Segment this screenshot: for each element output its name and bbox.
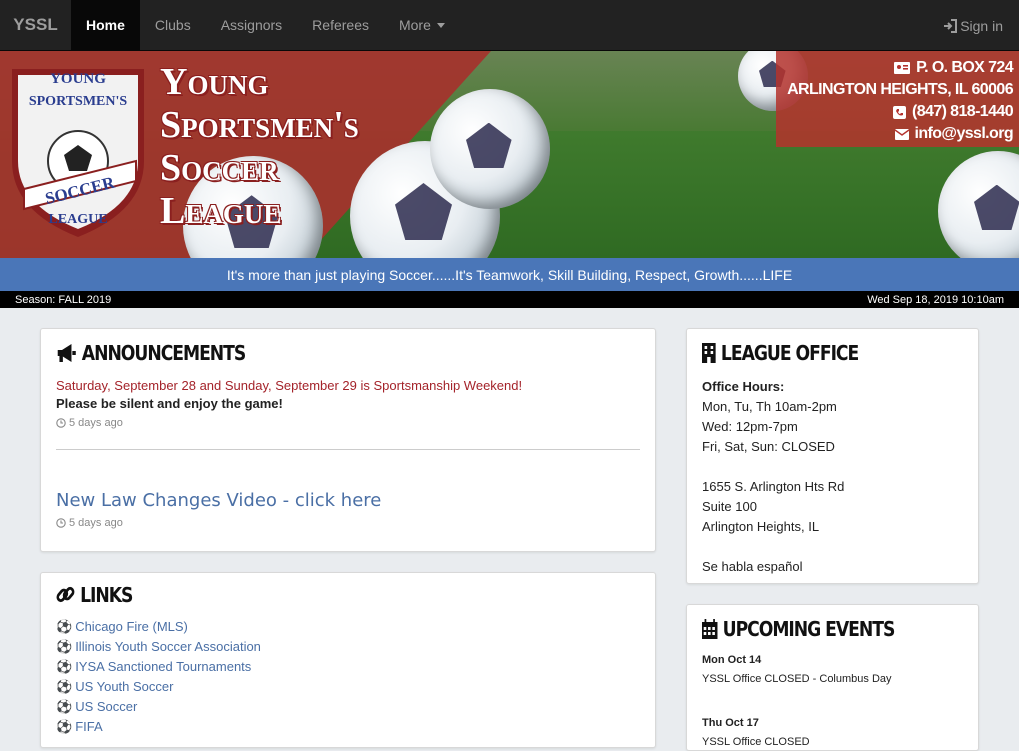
clock-icon (56, 518, 66, 528)
link-iysa-tournaments[interactable]: IYSA Sanctioned Tournaments (75, 657, 251, 677)
links-panel: LINKS ⚽ Chicago Fire (MLS) ⚽ Illinois Yout… (40, 572, 656, 748)
link-chicago-fire[interactable]: Chicago Fire (MLS) (75, 617, 188, 637)
phone-line: (847) 818-1440 (776, 101, 1014, 123)
list-item[interactable]: ⚽ US Soccer (56, 697, 640, 717)
address-line-1: P. O. BOX 724 (776, 57, 1014, 79)
logo-text-young: YOUNG (50, 71, 106, 87)
event-description: YSSL Office CLOSED - Columbus Day (702, 673, 892, 685)
announcement-timestamp: 5 days ago (56, 417, 640, 429)
league-office-panel: LEAGUE OFFICE Office Hours: Mon, Tu, Th … (686, 328, 979, 584)
event-date: Thu Oct 17 (702, 717, 759, 729)
building-icon (702, 343, 716, 363)
soccer-ball-image (938, 151, 1019, 258)
yssl-logo: YOUNG SPORTSMEN'S SOCCER LEAGUE (12, 69, 144, 237)
league-title: Young Sportsmen's Soccer League (160, 61, 490, 233)
announcement-divider (56, 449, 640, 450)
envelope-icon (894, 128, 909, 140)
league-title-line: Young (160, 61, 269, 103)
list-item[interactable]: ⚽ IYSA Sanctioned Tournaments (56, 657, 640, 677)
nav-clubs[interactable]: Clubs (140, 0, 206, 50)
calendar-icon (702, 619, 718, 639)
office-info: Office Hours: Mon, Tu, Th 10am-2pm Wed: … (702, 377, 963, 577)
link-us-youth-soccer[interactable]: US Youth Soccer (75, 677, 173, 697)
link-fifa[interactable]: FIFA (75, 717, 102, 737)
office-address-line: Suite 100 (702, 499, 757, 514)
timestamp-text: 5 days ago (69, 417, 123, 429)
announcement-timestamp: 5 days ago (56, 517, 640, 529)
timestamp-text: 5 days ago (69, 517, 123, 529)
upcoming-events-title: UPCOMING EVENTS (722, 617, 896, 641)
league-title-line: League (160, 190, 282, 232)
caret-down-icon (436, 22, 445, 28)
soccer-ball-icon: ⚽ (56, 639, 73, 654)
logo-text-sportsmens: SPORTSMEN'S (29, 94, 128, 109)
upcoming-events-panel: UPCOMING EVENTS Mon Oct 14 YSSL Office C… (686, 604, 979, 751)
signin-link[interactable]: Sign in (943, 0, 1003, 51)
spanish-note: Se habla español (702, 559, 803, 574)
sign-in-icon (944, 18, 958, 33)
office-address-line: 1655 S. Arlington Hts Rd (702, 479, 845, 494)
brand-link[interactable]: YSSL (0, 0, 71, 50)
address-line-2: ARLINGTON HEIGHTS, IL 60006 (787, 81, 1014, 98)
phone-icon (892, 105, 906, 119)
links-list: ⚽ Chicago Fire (MLS) ⚽ Illinois Youth Socc… (56, 617, 640, 737)
announcements-title: ANNOUNCEMENTS (81, 341, 246, 365)
links-title: LINKS (80, 583, 133, 607)
address-po-box: P. O. BOX 724 (916, 59, 1013, 76)
nav-home[interactable]: Home (71, 0, 140, 50)
contact-box: P. O. BOX 724 ARLINGTON HEIGHTS, IL 6000… (776, 51, 1019, 147)
link-chain-icon (56, 586, 75, 603)
signin-label: Sign in (960, 17, 1003, 34)
status-bar: Season: FALL 2019 Wed Sep 18, 2019 10:10… (0, 291, 1019, 308)
list-item[interactable]: ⚽ FIFA (56, 717, 640, 737)
event-date: Mon Oct 14 (702, 654, 762, 666)
office-address-line: Arlington Heights, IL (702, 519, 820, 534)
office-hours-line: Wed: 12pm-7pm (702, 419, 798, 434)
league-office-heading: LEAGUE OFFICE (702, 341, 926, 365)
soccer-ball-icon: ⚽ (56, 719, 73, 734)
law-changes-video-link[interactable]: New Law Changes Video - click here (56, 490, 640, 511)
clock-icon (56, 418, 66, 428)
season-label: Season: FALL 2019 (15, 293, 112, 306)
league-title-line: Soccer (160, 147, 279, 189)
logo-text-league: LEAGUE (48, 212, 107, 227)
list-item[interactable]: ⚽ Illinois Youth Soccer Association (56, 637, 640, 657)
soccer-ball-icon: ⚽ (56, 679, 73, 694)
office-hours-label: Office Hours: (702, 379, 785, 394)
office-hours-line: Mon, Tu, Th 10am-2pm (702, 399, 837, 414)
bullhorn-icon (57, 344, 76, 362)
event-description: YSSL Office CLOSED (702, 736, 810, 748)
list-item[interactable]: ⚽ US Youth Soccer (56, 677, 640, 697)
soccer-ball-icon: ⚽ (56, 619, 73, 634)
tagline-bar: It's more than just playing Soccer......… (0, 258, 1019, 291)
email-line: info@yssl.org (776, 123, 1014, 145)
link-iysa[interactable]: Illinois Youth Soccer Association (75, 637, 261, 657)
email-address[interactable]: info@yssl.org (915, 123, 1014, 145)
top-navbar: YSSL Home Clubs Assignors Referees More … (0, 0, 1019, 51)
links-heading: LINKS (56, 583, 558, 607)
nav-assignors[interactable]: Assignors (206, 0, 297, 50)
soccer-ball-icon: ⚽ (56, 699, 73, 714)
hero-banner: YOUNG SPORTSMEN'S SOCCER LEAGUE Young Sp… (0, 51, 1019, 258)
announcement-headline: Saturday, September 28 and Sunday, Septe… (56, 378, 523, 393)
soccer-ball-icon: ⚽ (56, 659, 73, 674)
announcement-body: Please be silent and enjoy the game! (56, 396, 283, 411)
list-item[interactable]: ⚽ Chicago Fire (MLS) (56, 617, 640, 637)
nav-more-dropdown[interactable]: More (384, 0, 460, 50)
league-title-line: Sportsmen's (160, 104, 359, 146)
current-datetime: Wed Sep 18, 2019 10:10am (867, 293, 1004, 306)
phone-number[interactable]: (847) 818-1440 (912, 101, 1014, 123)
nav-more-label: More (398, 17, 431, 33)
office-hours-line: Fri, Sat, Sun: CLOSED (702, 439, 835, 454)
link-us-soccer[interactable]: US Soccer (75, 697, 137, 717)
address-card-icon (894, 62, 911, 74)
announcements-panel: ANNOUNCEMENTS Saturday, September 28 and… (40, 328, 656, 552)
league-office-title: LEAGUE OFFICE (720, 341, 859, 365)
upcoming-events-heading: UPCOMING EVENTS (702, 617, 926, 641)
nav-referees[interactable]: Referees (297, 0, 384, 50)
announcements-heading: ANNOUNCEMENTS (56, 341, 558, 365)
